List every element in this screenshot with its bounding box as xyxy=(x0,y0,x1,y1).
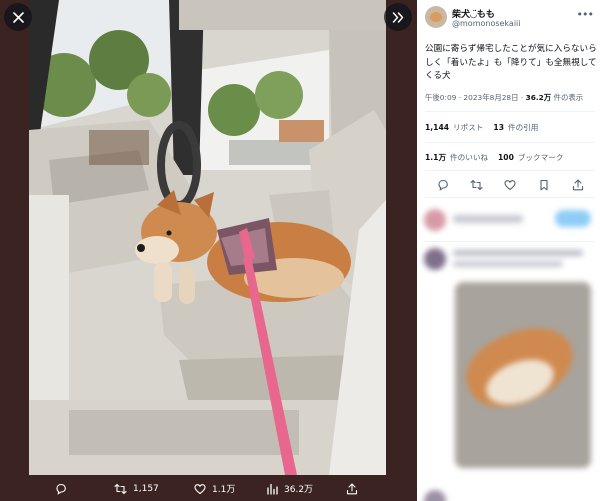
tweet-text: 公園に寄らず帰宅したことが気に入らないらしく「着いたよ」も「降りて」も全無視して… xyxy=(425,44,597,81)
retweet-button[interactable] xyxy=(467,176,485,194)
reply-icon xyxy=(438,179,448,191)
viewer-like-button[interactable]: 1.1万 xyxy=(194,476,235,501)
share-icon xyxy=(572,179,584,191)
heart-icon xyxy=(504,180,516,191)
retweet-icon xyxy=(469,179,483,191)
viewer-retweet-count: 1,157 xyxy=(133,483,159,494)
viewer-like-count: 1.1万 xyxy=(212,485,236,495)
media-viewer: 1,157 1.1万 36.2万 xyxy=(0,0,417,501)
retweets-stat[interactable]: 1,144 リポスト xyxy=(425,123,483,132)
handle[interactable]: @momonosekaiii xyxy=(452,19,521,28)
reply-image[interactable] xyxy=(455,282,591,468)
views-label: 件の表示 xyxy=(551,93,584,102)
avatar[interactable] xyxy=(425,6,447,28)
reply-input[interactable] xyxy=(453,215,523,223)
expand-panel-button[interactable] xyxy=(384,3,412,31)
close-button[interactable] xyxy=(4,3,32,31)
share-button[interactable] xyxy=(569,176,587,194)
viewer-retweet-button[interactable]: 1,157 xyxy=(114,476,159,501)
tweet-panel: 柴犬◡̈もも @momonosekaiii ••• 公園に寄らず帰宅したことが気… xyxy=(417,0,600,501)
divider xyxy=(425,197,595,198)
reply-icon xyxy=(56,483,66,495)
divider xyxy=(425,142,595,143)
bookmark-icon xyxy=(540,179,548,191)
more-options-button[interactable]: ••• xyxy=(576,8,594,21)
dog-in-car-image xyxy=(29,0,386,475)
reply-button[interactable] xyxy=(434,176,452,194)
retweets-label: リポスト xyxy=(453,123,484,132)
divider xyxy=(425,111,595,112)
avatar xyxy=(424,490,446,501)
quotes-label: 件の引用 xyxy=(507,123,539,132)
viewer-views-button[interactable]: 36.2万 xyxy=(266,476,313,501)
engagement-stats-row-2: 1.1万 件のいいね 100 ブックマーク xyxy=(425,152,563,163)
viewer-action-bar: 1,157 1.1万 36.2万 xyxy=(0,476,417,501)
reply-header xyxy=(453,250,583,256)
chevron-double-right-icon xyxy=(392,11,404,23)
heart-icon xyxy=(194,483,206,494)
tweet-meta: 午後0:09 · 2023年8月28日 · 36.2万 件の表示 xyxy=(425,92,583,103)
engagement-stats-row-1: 1,144 リポスト 13 件の引用 xyxy=(425,122,538,133)
bookmark-button[interactable] xyxy=(535,176,553,194)
divider xyxy=(425,170,595,171)
avatar xyxy=(424,248,446,270)
close-icon xyxy=(12,11,24,23)
likes-label: 件のいいね xyxy=(450,153,489,162)
like-button[interactable] xyxy=(501,176,519,194)
quotes-stat[interactable]: 13 件の引用 xyxy=(493,123,538,132)
viewer-share-button[interactable] xyxy=(346,476,358,501)
tweet-action-bar xyxy=(425,176,595,194)
reply-text xyxy=(453,261,563,267)
bookmarks-count: 100 xyxy=(498,153,514,162)
analytics-icon xyxy=(267,483,278,495)
reply-composer xyxy=(423,200,595,236)
more-icon: ••• xyxy=(576,8,594,21)
dog-photo[interactable] xyxy=(29,0,386,475)
quotes-count: 13 xyxy=(493,123,504,132)
bookmarks-label: ブックマーク xyxy=(517,153,564,162)
retweet-icon xyxy=(114,483,127,494)
avatar xyxy=(424,209,446,231)
viewer-reply-button[interactable] xyxy=(55,476,73,501)
reply-submit-button[interactable] xyxy=(555,210,591,227)
divider xyxy=(425,241,595,242)
likes-stat[interactable]: 1.1万 件のいいね xyxy=(425,153,488,162)
viewer-views-count: 36.2万 xyxy=(284,485,314,495)
tweet-author: 柴犬◡̈もも @momonosekaiii ••• xyxy=(425,6,595,32)
tweet-timestamp[interactable]: 午後0:09 · 2023年8月28日 · xyxy=(425,93,526,102)
likes-count: 1.1万 xyxy=(425,153,447,162)
share-icon xyxy=(346,482,358,494)
bookmarks-stat[interactable]: 100 ブックマーク xyxy=(498,153,563,162)
retweets-count: 1,144 xyxy=(425,123,450,132)
views-count: 36.2万 xyxy=(525,93,552,102)
reply-tweet xyxy=(423,246,595,476)
